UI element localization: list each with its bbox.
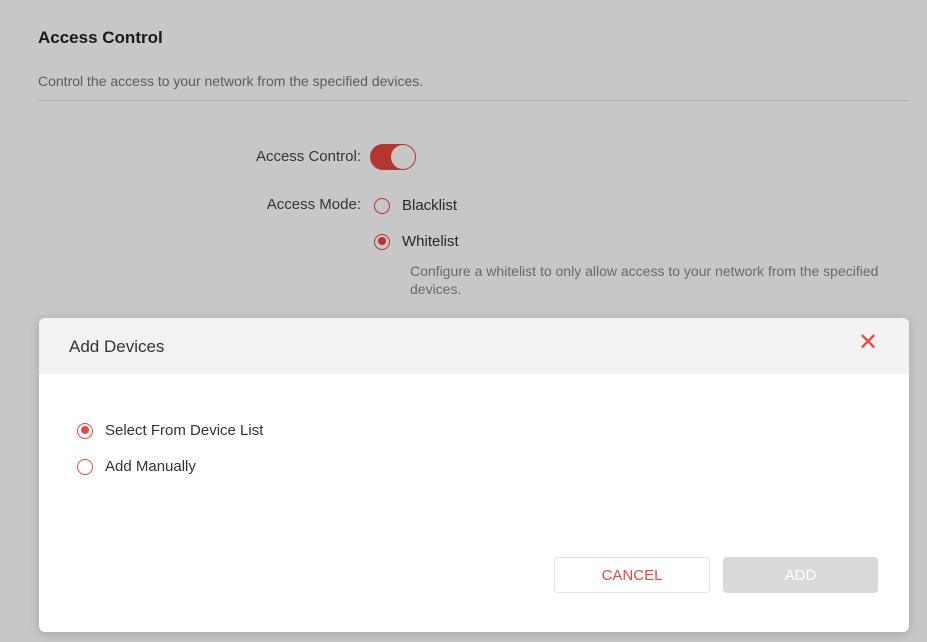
radio-select-from-device-list[interactable] <box>77 422 93 439</box>
dialog-title: Add Devices <box>69 337 165 356</box>
cancel-button[interactable]: CANCEL <box>554 557 710 593</box>
add-manually-label: Add Manually <box>105 458 196 475</box>
select-from-device-list-label: Select From Device List <box>105 422 264 439</box>
option-add-manually[interactable]: Add Manually <box>77 458 196 475</box>
option-select-from-device-list[interactable]: Select From Device List <box>77 422 263 439</box>
add-devices-dialog: Add Devices ✕ Select From Device List Ad… <box>39 318 909 632</box>
dialog-header: Add Devices ✕ <box>39 318 909 374</box>
radio-add-manually[interactable] <box>77 458 93 475</box>
close-icon[interactable]: ✕ <box>857 331 879 355</box>
add-button[interactable]: ADD <box>723 557 878 593</box>
